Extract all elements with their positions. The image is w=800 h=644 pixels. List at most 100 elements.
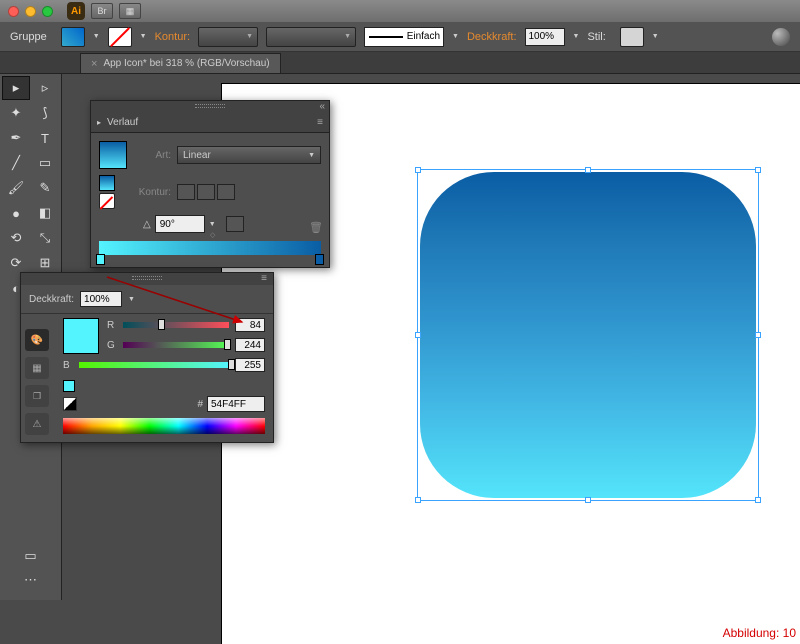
layout-toggle[interactable]: ▦ [119, 3, 141, 19]
panel-grip[interactable]: « [91, 101, 329, 113]
stroke-dropdown-arrow[interactable]: ▼ [140, 33, 147, 40]
g-label: G [107, 340, 117, 351]
resize-handle[interactable] [415, 497, 421, 503]
gradient-stop-left[interactable] [96, 254, 105, 265]
bridge-button[interactable]: Br [91, 3, 113, 19]
gamut-swatch[interactable] [63, 380, 75, 392]
stroke-profile-arrow[interactable]: ▼ [452, 33, 459, 40]
b-label: B [63, 360, 73, 371]
panel-title-bar[interactable]: ▸ Verlauf ≡ [91, 113, 329, 133]
screen-mode[interactable]: ▭ [4, 546, 57, 566]
stroke-align-btn[interactable] [197, 184, 215, 200]
opacity-value[interactable]: 100% [525, 28, 565, 46]
stroke-align-btn[interactable] [217, 184, 235, 200]
magic-wand-tool[interactable]: ✦ [2, 101, 30, 125]
gradient-type-select[interactable]: Linear▼ [177, 146, 321, 164]
stroke-align-btn[interactable] [177, 184, 195, 200]
document-setup-icon[interactable] [772, 28, 790, 46]
graphic-style-swatch[interactable] [620, 27, 644, 47]
warning-icon[interactable]: ⚠ [25, 413, 49, 435]
brush-select[interactable]: ▼ [266, 27, 356, 47]
r-label: R [107, 320, 117, 331]
selection-tool[interactable]: ▸ [2, 76, 30, 100]
document-tab-row: × App Icon* bei 318 % (RGB/Vorschau) [0, 52, 800, 74]
color-guide-btn[interactable]: ▦ [25, 357, 49, 379]
fill-swatch[interactable] [61, 27, 85, 47]
lasso-tool[interactable]: ⟆ [31, 101, 59, 125]
none-swatch[interactable] [63, 397, 77, 411]
pencil-tool[interactable]: ✎ [31, 176, 59, 200]
opacity-dropdown-arrow[interactable]: ▼ [128, 296, 135, 303]
g-slider[interactable]: G 244 [107, 338, 265, 352]
document-tab[interactable]: × App Icon* bei 318 % (RGB/Vorschau) [80, 53, 281, 73]
gradient-kontur-label: Kontur: [133, 187, 171, 198]
b-slider[interactable]: B 255 [63, 358, 265, 372]
r-slider[interactable]: R 84 [107, 318, 265, 332]
panel-collapse-icon[interactable]: « [319, 101, 325, 112]
gradient-preview-swatch[interactable] [99, 141, 127, 169]
document-tab-title: App Icon* bei 318 % (RGB/Vorschau) [103, 58, 269, 69]
gradient-ramp[interactable]: ◇ 🗑 [99, 241, 321, 255]
stroke-profile[interactable]: Einfach [364, 27, 444, 47]
hex-input[interactable]: 54F4FF [207, 396, 265, 412]
window-minimize[interactable] [25, 6, 36, 17]
rectangle-tool[interactable]: ▭ [31, 151, 59, 175]
gradient-stroke-swatch[interactable] [99, 193, 115, 209]
slider-thumb[interactable] [228, 359, 235, 370]
direct-selection-tool[interactable]: ▹ [31, 76, 59, 100]
type-tool[interactable]: T [31, 126, 59, 150]
resize-handle[interactable] [755, 167, 761, 173]
line-tool[interactable]: ╱ [2, 151, 30, 175]
stroke-weight-label: Kontur: [155, 31, 190, 43]
r-value[interactable]: 84 [235, 318, 265, 332]
style-arrow[interactable]: ▼ [652, 33, 659, 40]
midpoint-diamond-icon[interactable]: ◇ [210, 231, 215, 239]
hex-hash: # [197, 399, 203, 410]
color-spectrum[interactable] [63, 418, 265, 434]
titlebar: Ai Br ▦ [0, 0, 800, 22]
slider-thumb[interactable] [224, 339, 231, 350]
resize-handle[interactable] [585, 167, 591, 173]
g-value[interactable]: 244 [235, 338, 265, 352]
color-opacity-value[interactable]: 100% [80, 291, 122, 307]
panel-menu-icon[interactable]: ≡ [261, 273, 267, 284]
window-zoom[interactable] [42, 6, 53, 17]
cube-icon[interactable]: ❒ [25, 385, 49, 407]
resize-handle[interactable] [415, 332, 421, 338]
stroke-swatch[interactable] [108, 27, 132, 47]
slider-thumb[interactable] [158, 319, 165, 330]
close-tab-icon[interactable]: × [91, 58, 97, 70]
edit-toggle[interactable]: ⋯ [4, 570, 57, 590]
resize-handle[interactable] [415, 167, 421, 173]
blob-brush-tool[interactable]: ● [2, 201, 30, 225]
panel-menu-icon[interactable]: ≡ [317, 117, 323, 128]
eraser-tool[interactable]: ◧ [31, 201, 59, 225]
fill-dropdown-arrow[interactable]: ▼ [93, 33, 100, 40]
gradient-fill-swatch[interactable] [99, 175, 115, 191]
figure-caption: Abbildung: 10 [723, 626, 796, 640]
resize-handle[interactable] [755, 497, 761, 503]
delete-stop-icon[interactable]: 🗑 [309, 221, 323, 234]
scale-tool[interactable]: ⤡ [31, 226, 59, 250]
paintbrush-tool[interactable]: 🖌 [2, 176, 30, 200]
gradient-panel[interactable]: « ▸ Verlauf ≡ Art: Linear▼ Kontur: [90, 100, 330, 268]
window-close[interactable] [8, 6, 19, 17]
pen-tool[interactable]: ✒ [2, 126, 30, 150]
rotate-tool[interactable]: ⟲ [2, 226, 30, 250]
gradient-stop-right[interactable] [315, 254, 324, 265]
current-color-swatch[interactable] [63, 318, 99, 354]
resize-handle[interactable] [585, 497, 591, 503]
gradient-angle-input[interactable]: 90° [155, 215, 205, 233]
stroke-weight-select[interactable]: ▼ [198, 27, 258, 47]
color-mode-btn[interactable]: 🎨 [25, 329, 49, 351]
b-value[interactable]: 255 [235, 358, 265, 372]
app-icon: Ai [67, 2, 85, 20]
resize-handle[interactable] [755, 332, 761, 338]
panel-grip[interactable]: ≡ [21, 273, 273, 285]
gradient-panel-title: Verlauf [107, 117, 138, 128]
opacity-arrow[interactable]: ▼ [573, 33, 580, 40]
aspect-ratio-btn[interactable] [226, 216, 244, 232]
selection-bounding-box [417, 169, 759, 501]
color-panel[interactable]: ≡ Deckkraft: 100% ▼ 🎨 ▦ ❒ ⚠ R 84 G 244 [20, 272, 274, 443]
angle-dropdown-arrow[interactable]: ▼ [209, 221, 216, 228]
